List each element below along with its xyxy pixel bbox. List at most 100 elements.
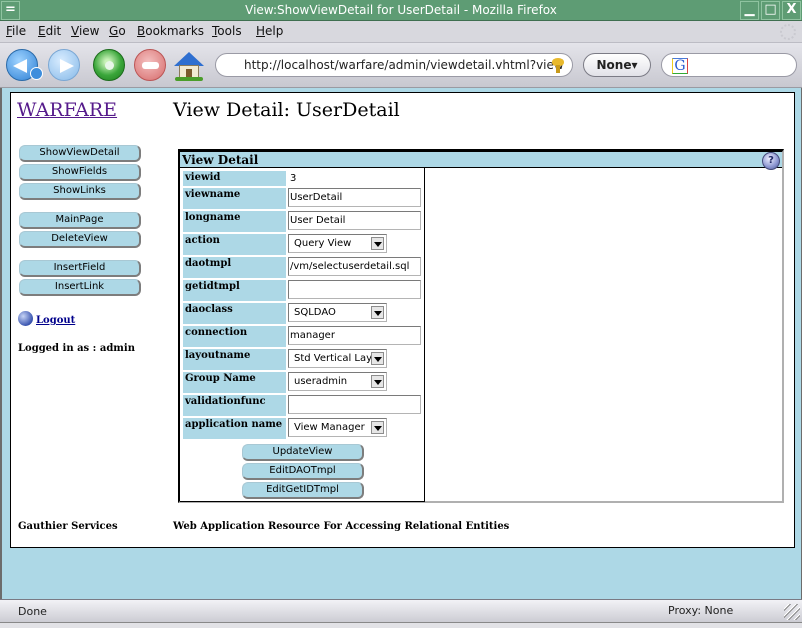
- action-selected-value: Query View: [294, 238, 352, 249]
- help-icon[interactable]: ?: [762, 152, 780, 170]
- page-viewport: WARFARE View Detail: UserDetail ShowView…: [0, 88, 802, 599]
- view-detail-form: viewid 3 viewname UserDetail longname Us…: [180, 168, 425, 502]
- status-bar: Done Proxy: None: [0, 599, 802, 628]
- panel-header: View Detail ?: [180, 152, 782, 170]
- form-row-validationfunc: validationfunc: [183, 395, 423, 416]
- maximize-button[interactable]: □: [761, 1, 780, 20]
- page-title: View Detail: UserDetail: [173, 99, 400, 121]
- stop-button[interactable]: [134, 49, 166, 81]
- connection-input[interactable]: manager: [288, 326, 421, 345]
- form-row-group-name: Group Name useradmin: [183, 372, 423, 393]
- field-label: getidtmpl: [183, 280, 286, 301]
- menu-file[interactable]: File: [6, 24, 26, 38]
- field-label: layoutname: [183, 349, 286, 370]
- minimize-button[interactable]: ▁: [740, 1, 759, 20]
- daoclass-selected-value: SQLDAO: [294, 307, 336, 318]
- form-row-action: action Query View: [183, 234, 423, 255]
- menu-bar: File Edit View Go Bookmarks Tools Help: [0, 21, 802, 43]
- reload-button[interactable]: [93, 49, 125, 81]
- layoutname-selected-value: Std Vertical Lay: [294, 353, 373, 364]
- viewid-value: 3: [290, 173, 297, 184]
- forward-button[interactable]: [48, 49, 80, 81]
- form-row-longname: longname User Detail: [183, 211, 423, 232]
- form-row-connection: connection manager: [183, 326, 423, 347]
- form-row-viewid: viewid 3: [183, 171, 423, 186]
- navigation-toolbar: http://localhost/warfare/admin/viewdetai…: [0, 43, 802, 88]
- field-label: daoclass: [183, 303, 286, 324]
- validationfunc-input[interactable]: [288, 395, 421, 414]
- field-label: application name: [183, 418, 286, 439]
- proxy-status[interactable]: Proxy: None: [668, 604, 733, 617]
- home-icon-grass: [175, 77, 203, 81]
- show-links-button[interactable]: ShowLinks: [19, 183, 141, 200]
- url-text[interactable]: http://localhost/warfare/admin/viewdetai…: [244, 58, 564, 72]
- form-row-layoutname: layoutname Std Vertical Lay: [183, 349, 423, 370]
- window-title: View:ShowViewDetail for UserDetail - Moz…: [245, 3, 557, 17]
- menu-go[interactable]: Go: [109, 24, 126, 38]
- form-row-daoclass: daoclass SQLDAO: [183, 303, 423, 324]
- chevron-down-icon[interactable]: [371, 237, 384, 250]
- group-name-select[interactable]: useradmin: [288, 372, 387, 391]
- menu-bookmarks[interactable]: Bookmarks: [137, 24, 204, 38]
- warfare-home-link[interactable]: WARFARE: [17, 99, 117, 121]
- longname-input[interactable]: User Detail: [288, 211, 421, 230]
- logout-link[interactable]: Logout: [36, 315, 75, 326]
- show-view-detail-button[interactable]: ShowViewDetail: [19, 145, 141, 162]
- status-bar-bottom-edge: [0, 622, 802, 628]
- form-row-daotmpl: daotmpl /vm/selectuserdetail.sql: [183, 257, 423, 278]
- window-title-bar: = View:ShowViewDetail for UserDetail - M…: [0, 0, 802, 21]
- main-page-button[interactable]: MainPage: [19, 212, 141, 229]
- close-button[interactable]: X: [782, 1, 801, 20]
- address-bar[interactable]: http://localhost/warfare/admin/viewdetai…: [215, 53, 573, 77]
- group-name-selected-value: useradmin: [294, 376, 348, 387]
- update-view-button[interactable]: UpdateView: [242, 444, 364, 461]
- chevron-down-icon[interactable]: [371, 352, 384, 365]
- menu-view[interactable]: View: [71, 24, 99, 38]
- daoclass-select[interactable]: SQLDAO: [288, 303, 387, 322]
- field-label: viewname: [183, 188, 286, 209]
- panel-title: View Detail: [182, 153, 259, 167]
- form-row-viewname: viewname UserDetail: [183, 188, 423, 209]
- menu-tools[interactable]: Tools: [212, 24, 242, 38]
- edit-dao-tmpl-button[interactable]: EditDAOTmpl: [242, 463, 364, 480]
- search-box[interactable]: G: [661, 53, 797, 77]
- action-select[interactable]: Query View: [288, 234, 387, 253]
- edit-get-id-tmpl-button[interactable]: EditGetIDTmpl: [242, 482, 364, 499]
- show-fields-button[interactable]: ShowFields: [19, 164, 141, 181]
- field-label: connection: [183, 326, 286, 347]
- throbber-icon: [780, 24, 796, 40]
- insert-link-button[interactable]: InsertLink: [19, 279, 141, 296]
- application-name-select[interactable]: View Manager: [288, 418, 387, 437]
- getidtmpl-input[interactable]: [288, 280, 421, 299]
- field-label: daotmpl: [183, 257, 286, 278]
- field-label: action: [183, 234, 286, 255]
- footer-company: Gauthier Services: [18, 521, 118, 532]
- field-label: longname: [183, 211, 286, 232]
- delete-view-button[interactable]: DeleteView: [19, 231, 141, 248]
- daotmpl-input[interactable]: /vm/selectuserdetail.sql: [288, 257, 421, 276]
- chevron-down-icon[interactable]: [371, 306, 384, 319]
- chevron-down-icon[interactable]: [371, 421, 384, 434]
- home-button[interactable]: [172, 48, 206, 82]
- menu-help[interactable]: Help: [256, 24, 283, 38]
- proxy-none-button[interactable]: None▾: [583, 53, 651, 77]
- page-content: WARFARE View Detail: UserDetail ShowView…: [10, 92, 795, 548]
- resize-grip-icon[interactable]: [784, 604, 800, 620]
- form-row-application-name: application name View Manager: [183, 418, 423, 439]
- logout-globe-icon[interactable]: [18, 311, 33, 326]
- application-name-selected-value: View Manager: [294, 422, 365, 433]
- insert-field-button[interactable]: InsertField: [19, 260, 141, 277]
- logged-in-user: Logged in as : admin: [18, 343, 135, 354]
- back-history-dropdown-icon[interactable]: [30, 67, 43, 80]
- google-search-icon[interactable]: G: [672, 58, 688, 74]
- layoutname-select[interactable]: Std Vertical Lay: [288, 349, 387, 368]
- status-text: Done: [18, 605, 47, 618]
- footer-tagline: Web Application Resource For Accessing R…: [173, 521, 510, 532]
- home-icon: [174, 52, 204, 66]
- chevron-down-icon[interactable]: [371, 375, 384, 388]
- field-label: Group Name: [183, 372, 286, 393]
- site-info-icon[interactable]: [550, 57, 566, 73]
- viewname-input[interactable]: UserDetail: [288, 188, 421, 207]
- menu-edit[interactable]: Edit: [38, 24, 61, 38]
- form-row-getidtmpl: getidtmpl: [183, 280, 423, 301]
